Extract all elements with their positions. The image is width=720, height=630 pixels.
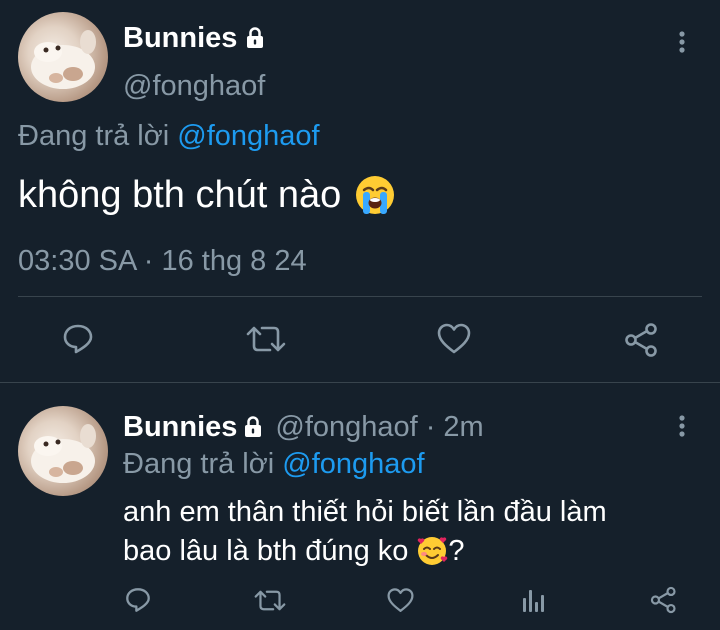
reply-display-name[interactable]: Bunnies: [123, 409, 237, 445]
reply-text-line2: bao lâu là bth đúng ko ?: [123, 533, 465, 569]
reply-text-suffix: ?: [448, 535, 465, 567]
separator-dot: ·: [425, 411, 436, 443]
display-name[interactable]: Bunnies: [123, 20, 237, 56]
reply-icon[interactable]: [124, 586, 152, 614]
section-divider: [0, 382, 720, 383]
share-icon[interactable]: [624, 322, 660, 358]
avatar[interactable]: [18, 12, 108, 102]
analytics-icon[interactable]: [521, 588, 545, 614]
reply-user-handle[interactable]: @fonghaof: [275, 409, 417, 445]
reply-replying-to: Đang trả lời @fonghaof: [123, 446, 425, 482]
tweet-age[interactable]: 2m: [443, 409, 483, 445]
reply-text-line1: anh em thân thiết hỏi biết lần đầu làm: [123, 496, 607, 528]
tweet-text: không bth chút nào: [18, 172, 397, 218]
reply-to-link[interactable]: @fonghaof: [282, 448, 424, 480]
share-icon[interactable]: [650, 586, 678, 614]
reply-more-options-icon[interactable]: [672, 413, 692, 439]
reply-to-link[interactable]: @fonghaof: [177, 120, 319, 152]
reply-text-content: bao lâu là bth đúng ko: [123, 535, 409, 567]
reply-avatar[interactable]: [18, 406, 108, 496]
like-icon[interactable]: [386, 587, 415, 614]
lock-icon: [243, 26, 267, 50]
smiling-face-with-hearts-icon: [416, 535, 448, 567]
reply-icon[interactable]: [61, 322, 95, 356]
reply-header: Bunnies @fonghaof · 2m: [123, 409, 484, 445]
tweet-timestamp[interactable]: 03:30 SA · 16 thg 8 24: [18, 243, 307, 279]
user-handle[interactable]: @fonghaof: [123, 68, 265, 104]
tweet-text-content: không bth chút nào: [18, 174, 342, 216]
like-icon[interactable]: [436, 322, 472, 356]
reply-prefix: Đang trả lời: [18, 120, 170, 152]
lock-icon: [241, 415, 265, 439]
retweet-icon[interactable]: [254, 587, 286, 614]
loudly-crying-face-icon: [353, 173, 397, 217]
more-options-icon[interactable]: [672, 29, 692, 55]
retweet-icon[interactable]: [246, 322, 286, 356]
divider: [18, 296, 702, 297]
replying-to: Đang trả lời @fonghaof: [18, 118, 320, 154]
reply-prefix: Đang trả lời: [123, 448, 275, 480]
